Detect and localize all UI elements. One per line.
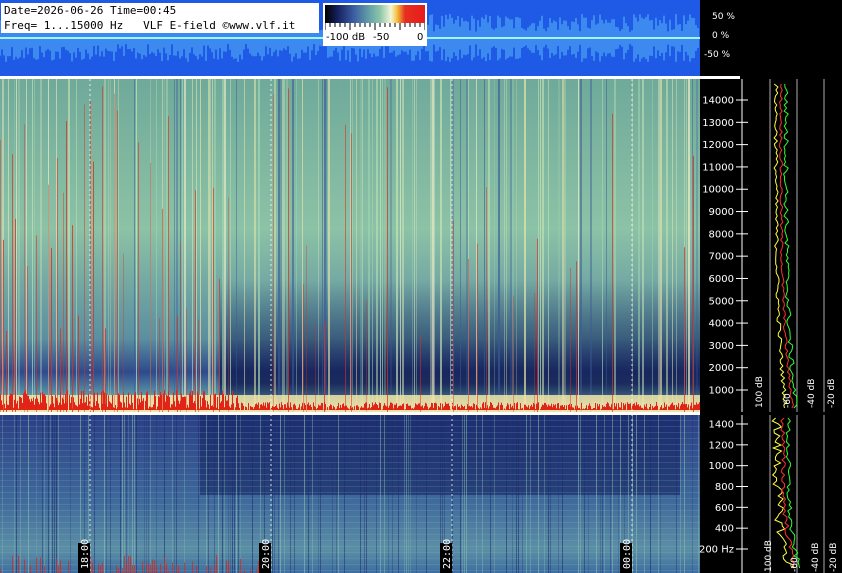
upper-freq-tick-label: 9000 bbox=[709, 207, 734, 218]
time-label-0000: 00:00 bbox=[622, 539, 633, 569]
lower-freq-tick-label: 800 bbox=[715, 482, 734, 493]
frequency-range-line: Freq= 1...15000 Hz VLF E-field ©www.vlf.… bbox=[4, 19, 296, 32]
date-frequency-info: Date=2026-06-26 Time=00:45 Freq= 1...150… bbox=[1, 3, 319, 33]
db-label-upper-0: 100 dB bbox=[755, 376, 765, 408]
upper-freq-tick-label: 3000 bbox=[709, 341, 734, 352]
db-colorbar: -100 dB -50 0 bbox=[323, 3, 427, 46]
colorbar-label-min: -100 dB bbox=[326, 32, 366, 43]
upper-freq-tick-label: 6000 bbox=[709, 274, 734, 285]
db-label-lower-1: -60 bbox=[790, 557, 800, 572]
upper-freq-tick-label: 2000 bbox=[709, 363, 734, 374]
amplitude-label-minus50: -50 % bbox=[704, 50, 731, 60]
upper-freq-tick-label: 7000 bbox=[709, 252, 734, 263]
lower-freq-tick-label: 400 bbox=[715, 524, 734, 535]
upper-spectrogram bbox=[0, 79, 700, 413]
upper-freq-tick-label: 1000 bbox=[709, 386, 734, 397]
db-label-lower-2: -40 dB bbox=[811, 543, 821, 572]
lower-freq-tick-label: 1200 bbox=[709, 440, 734, 451]
amplitude-label-zero: 0 % bbox=[712, 31, 730, 41]
time-label-1800: 18:00 bbox=[80, 539, 91, 569]
colorbar-label-mid: -50 bbox=[373, 32, 390, 43]
colorbar-ticks bbox=[325, 23, 425, 30]
upper-freq-tick-label: 5000 bbox=[709, 296, 734, 307]
upper-freq-tick-label: 14000 bbox=[702, 96, 734, 107]
db-label-upper-2: -40 dB bbox=[807, 379, 817, 408]
time-label-2200: 22:00 bbox=[442, 539, 453, 569]
lower-spectrogram bbox=[0, 415, 700, 573]
upper-freq-tick-label: 10000 bbox=[702, 185, 734, 196]
upper-freq-tick-label: 8000 bbox=[709, 229, 734, 240]
upper-freq-tick-label: 12000 bbox=[702, 140, 734, 151]
upper-freq-tick-label: 4000 bbox=[709, 319, 734, 330]
upper-freq-tick-label: 13000 bbox=[702, 118, 734, 129]
db-label-upper-1: -60 bbox=[783, 393, 793, 408]
lower-freq-tick-label: 1400 bbox=[709, 420, 734, 431]
amplitude-label-plus50: 50 % bbox=[712, 12, 735, 22]
colorbar-gradient bbox=[325, 5, 425, 23]
colorbar-label-max: 0 bbox=[417, 32, 424, 43]
upper-freq-tick-label: 11000 bbox=[702, 162, 734, 173]
vlf-spectrogram-display: 18:00 20:00 22:00 00:00 1400013000120001… bbox=[0, 0, 842, 573]
db-label-lower-0: 100 dB bbox=[764, 540, 774, 572]
time-label-2000: 20:00 bbox=[261, 539, 272, 569]
lower-freq-tick-label: 200 Hz bbox=[699, 545, 734, 556]
db-label-lower-3: -20 dB bbox=[829, 543, 839, 572]
date-time-line: Date=2026-06-26 Time=00:45 bbox=[4, 4, 177, 17]
lower-freq-tick-label: 600 bbox=[715, 503, 734, 514]
db-label-upper-3: -20 dB bbox=[827, 379, 837, 408]
lower-freq-tick-label: 1000 bbox=[709, 461, 734, 472]
